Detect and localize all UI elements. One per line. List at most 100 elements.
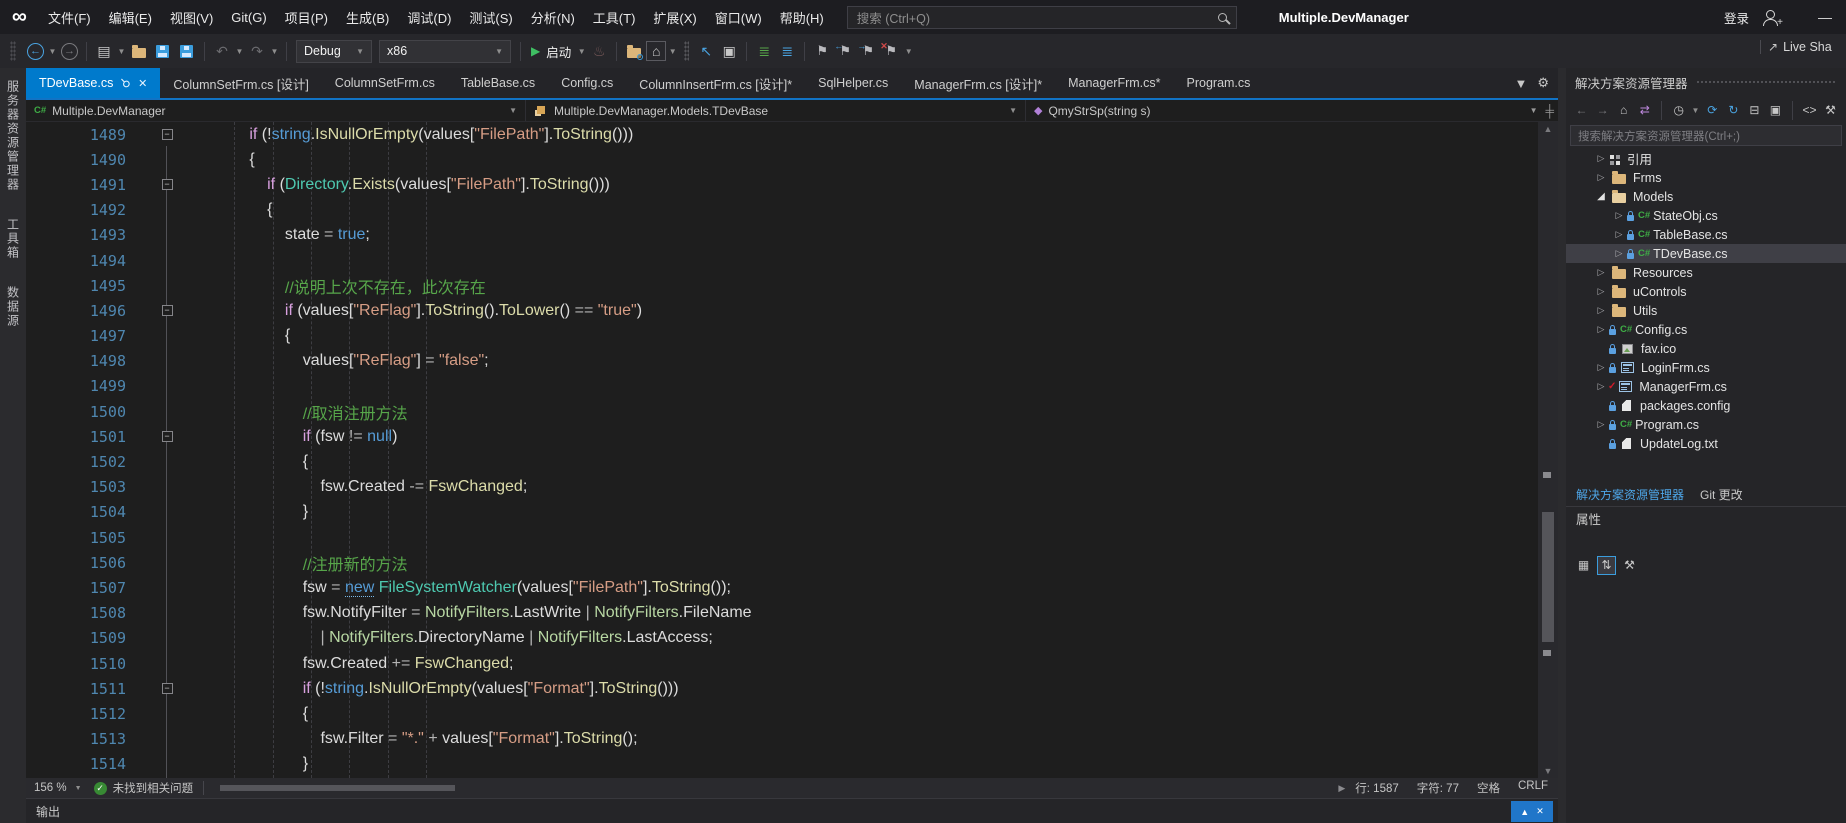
panel-tab-1[interactable]: Git 更改 xyxy=(1700,486,1743,503)
editor-horizontal-scrollbar[interactable] xyxy=(214,783,1328,793)
document-tab-3[interactable]: TableBase.cs xyxy=(448,68,548,98)
menu-item-11[interactable]: 窗口(W) xyxy=(706,4,771,31)
output-panel-title[interactable]: 输出 xyxy=(36,803,60,820)
document-tab-1[interactable]: ColumnSetFrm.cs [设计] xyxy=(160,68,321,98)
expander-closed-icon[interactable]: ▷ xyxy=(1612,248,1626,259)
menu-item-0[interactable]: 文件(F) xyxy=(39,4,100,31)
tree-item-ucontrols[interactable]: ▷uControls xyxy=(1566,282,1846,301)
project-dropdown[interactable]: C# Multiple.DevManager ▼ xyxy=(26,100,526,121)
previous-bookmark-icon[interactable]: ⚑← xyxy=(834,40,856,62)
minimize-button[interactable]: — xyxy=(1818,9,1832,25)
add-account-icon[interactable]: + xyxy=(1763,10,1778,25)
pending-changes-filter-icon[interactable]: ◷ xyxy=(1669,100,1688,120)
chevron-down-icon[interactable]: ▼ xyxy=(1690,106,1700,115)
save-all-icon[interactable] xyxy=(180,45,193,58)
chevron-down-icon[interactable]: ▼ xyxy=(1530,106,1538,115)
open-file-icon[interactable] xyxy=(132,48,146,58)
new-file-icon[interactable]: ▤ xyxy=(93,40,115,62)
undo-dropdown[interactable]: ▼ xyxy=(234,47,245,56)
caret-line-indicator[interactable]: 行: 1587 xyxy=(1355,780,1398,796)
start-debug-button[interactable]: ▶启动 xyxy=(531,42,571,61)
panel-splitter[interactable] xyxy=(1558,68,1566,823)
uncomment-lines-icon[interactable]: ≣ xyxy=(776,40,798,62)
preview-selected-icon[interactable]: ▣ xyxy=(1766,100,1785,120)
caret-column-indicator[interactable]: 字符: 77 xyxy=(1417,780,1459,796)
tree-item-tdevbase-cs[interactable]: ▷C#TDevBase.cs xyxy=(1566,244,1846,263)
home-icon[interactable]: ⌂ xyxy=(1614,100,1633,120)
editor-vertical-scrollbar[interactable]: ▲ ▼ xyxy=(1538,122,1558,778)
save-icon[interactable] xyxy=(156,45,169,58)
scroll-right-icon[interactable]: ▶ xyxy=(1338,783,1345,794)
expander-closed-icon[interactable]: ▷ xyxy=(1594,362,1608,373)
tree-item-frms[interactable]: ▷Frms xyxy=(1566,168,1846,187)
expander-closed-icon[interactable]: ▷ xyxy=(1594,267,1608,278)
tree-item-program-cs[interactable]: ▷C#Program.cs xyxy=(1566,415,1846,434)
tree-item-utils[interactable]: ▷Utils xyxy=(1566,301,1846,320)
notification-button[interactable]: ▲ ✕ xyxy=(1511,801,1553,822)
start-dropdown[interactable]: ▼ xyxy=(576,47,587,56)
expander-closed-icon[interactable]: ▷ xyxy=(1612,229,1626,240)
categorized-icon[interactable]: ▦ xyxy=(1574,556,1593,575)
type-dropdown[interactable]: Multiple.DevManager.Models.TDevBase ▼ xyxy=(526,100,1026,121)
expander-open-icon[interactable]: ◢ xyxy=(1594,191,1608,202)
scroll-down-icon[interactable]: ▼ xyxy=(1538,766,1558,776)
comment-lines-icon[interactable]: ≣ xyxy=(753,40,775,62)
refresh-icon[interactable]: ⟳ xyxy=(1703,100,1722,120)
document-tab-9[interactable]: Program.cs xyxy=(1174,68,1264,98)
expander-closed-icon[interactable]: ▷ xyxy=(1612,210,1626,221)
menu-item-8[interactable]: 分析(N) xyxy=(522,4,584,31)
tool-window-tab-2[interactable]: 数据源 xyxy=(5,286,22,328)
toolbar-grip[interactable] xyxy=(684,41,689,61)
hot-reload-icon[interactable]: ♨ xyxy=(588,40,610,62)
window-list-dropdown-icon[interactable]: ▼ xyxy=(1514,76,1527,91)
tree-item-models[interactable]: ◢Models xyxy=(1566,187,1846,206)
fold-collapse-icon[interactable]: − xyxy=(162,179,173,190)
solution-platform-select[interactable]: x86▼ xyxy=(379,40,511,63)
tree-item-updatelog-txt[interactable]: UpdateLog.txt xyxy=(1566,434,1846,453)
tree-item-config-cs[interactable]: ▷C#Config.cs xyxy=(1566,320,1846,339)
solution-configuration-select[interactable]: Debug▼ xyxy=(296,40,372,63)
tree-item-managerfrm-cs[interactable]: ▷✓ManagerFrm.cs xyxy=(1566,377,1846,396)
tree-item-packages-config[interactable]: packages.config xyxy=(1566,396,1846,415)
expander-closed-icon[interactable]: ▷ xyxy=(1594,305,1608,316)
back-icon[interactable]: ← xyxy=(1572,100,1591,120)
expander-closed-icon[interactable]: ▷ xyxy=(1594,153,1608,164)
tree-item-引用[interactable]: ▷引用 xyxy=(1566,149,1846,168)
split-window-handle[interactable]: ╪ xyxy=(1545,104,1554,118)
zoom-level-dropdown[interactable]: 156 % ▼ xyxy=(34,782,84,794)
property-pages-icon[interactable]: ⚒ xyxy=(1620,556,1639,575)
live-share-button[interactable]: ↗ Live Sha xyxy=(1760,40,1846,54)
menu-item-9[interactable]: 工具(T) xyxy=(584,4,645,31)
navigate-forward-icon[interactable]: → xyxy=(61,43,78,60)
document-tab-2[interactable]: ColumnSetFrm.cs xyxy=(322,68,448,98)
redo-icon[interactable]: ↷ xyxy=(246,40,268,62)
document-tab-5[interactable]: ColumnInsertFrm.cs [设计]* xyxy=(626,68,805,98)
tab-options-gear-icon[interactable]: ⚙ xyxy=(1537,75,1549,91)
properties-icon[interactable]: ⚒ xyxy=(1821,100,1840,120)
panel-drag-handle[interactable] xyxy=(1696,80,1837,85)
undo-icon[interactable]: ↶ xyxy=(211,40,233,62)
fold-collapse-icon[interactable]: − xyxy=(162,431,173,442)
fold-collapse-icon[interactable]: − xyxy=(162,129,173,140)
tree-item-tablebase-cs[interactable]: ▷C#TableBase.cs xyxy=(1566,225,1846,244)
menu-item-3[interactable]: Git(G) xyxy=(222,6,275,29)
menu-item-12[interactable]: 帮助(H) xyxy=(771,4,833,31)
tree-item-loginfrm-cs[interactable]: ▷LoginFrm.cs xyxy=(1566,358,1846,377)
menu-item-1[interactable]: 编辑(E) xyxy=(100,4,161,31)
expander-closed-icon[interactable]: ▷ xyxy=(1594,324,1608,335)
quick-launch-search-input[interactable]: 搜索 (Ctrl+Q) xyxy=(847,6,1237,29)
bookmarks-dropdown[interactable]: ▼ xyxy=(903,47,914,56)
navigate-back-icon[interactable]: ← xyxy=(27,43,44,60)
tool-window-tab-1[interactable]: 工具箱 xyxy=(5,218,22,260)
panel-tab-0[interactable]: 解决方案资源管理器 xyxy=(1576,486,1684,503)
menu-item-2[interactable]: 视图(V) xyxy=(161,4,222,31)
toolbar-grip[interactable] xyxy=(10,41,16,61)
forward-icon[interactable]: → xyxy=(1593,100,1612,120)
expander-closed-icon[interactable]: ▷ xyxy=(1594,381,1608,392)
alphabetical-sort-icon[interactable]: ⇅ xyxy=(1597,556,1616,575)
sync-icon[interactable]: ↻ xyxy=(1724,100,1743,120)
line-ending-indicator[interactable]: CRLF xyxy=(1518,780,1548,796)
scrollbar-thumb[interactable] xyxy=(1542,512,1554,642)
member-dropdown[interactable]: ◆ QmyStrSp(string s) xyxy=(1026,100,1466,121)
sign-in-button[interactable]: 登录 xyxy=(1724,8,1749,27)
